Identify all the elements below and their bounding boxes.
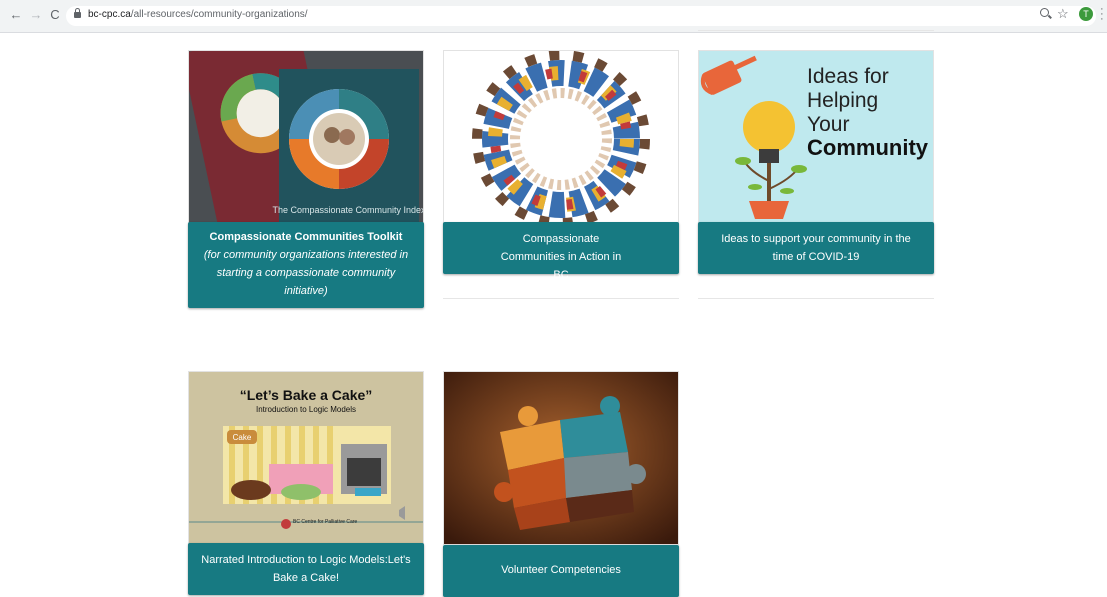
logic-models-title: Narrated Introduction to Logic Models:Le… [201,554,411,584]
volunteer-competencies-button[interactable]: Volunteer Competencies [443,545,679,597]
card-image-puzzle[interactable] [443,371,679,545]
address-bar[interactable]: bc-cpc.ca/all-resources/community-organi… [66,6,1096,26]
card-image-bake-a-cake[interactable]: “Let’s Bake a Cake” Introduction to Logi… [188,371,424,545]
zoom-icon[interactable] [1040,8,1049,17]
forward-icon[interactable]: → [28,7,44,23]
covid-ideas-button[interactable]: Ideas to support your community in the t… [698,222,934,274]
people-circle-image [472,51,650,223]
ideas-line-4: Community [807,135,929,160]
communities-in-action-title: Compassionate Communities in Action in B… [500,233,622,281]
menu-icon[interactable]: · · · [1100,4,1104,25]
bake-title: “Let’s Bake a Cake” [240,387,373,403]
url-path: /all-resources/community-organizations/ [130,9,308,20]
logic-models-button[interactable]: Narrated Introduction to Logic Models:Le… [188,543,424,595]
url-domain: bc-cpc.ca [88,9,131,20]
ideas-lightbulb-image: Ideas for Helping Your Community [699,51,933,223]
card-image-people-circle[interactable] [443,50,679,224]
lock-icon [74,8,81,18]
ideas-line-2: Helping [807,89,878,112]
toolkit-button[interactable]: Compassionate Communities Toolkit (for c… [188,222,424,308]
toolkit-subtitle: (for community organizations interested … [203,249,409,297]
browser-toolbar: ← → C bc-cpc.ca/all-resources/community-… [0,0,1107,33]
divider [698,298,934,299]
bake-subtitle: Introduction to Logic Models [256,405,356,414]
ideas-line-3: Your [807,113,849,136]
communities-in-action-button[interactable]: Compassionate Communities in Action in B… [443,222,679,281]
star-icon[interactable]: ☆ [1057,6,1069,22]
divider [698,30,934,31]
reload-icon[interactable]: C [47,7,63,23]
card-image-ideas[interactable]: Ideas for Helping Your Community [698,50,934,224]
back-icon[interactable]: ← [8,7,24,23]
toolkit-image-text: The Compassionate Community Index [272,205,423,215]
divider [443,298,679,299]
bake-cake-label: Cake [233,433,252,442]
puzzle-pieces-image [444,372,678,544]
volunteer-competencies-title: Volunteer Competencies [501,564,621,576]
card-image-toolkit[interactable]: The Compassionate Community Index [188,50,424,224]
ideas-line-1: Ideas for [807,65,889,88]
toolkit-books-image: The Compassionate Community Index [189,51,423,223]
profile-avatar[interactable]: T [1079,7,1093,21]
bccpc-logo-text: BC Centre for Palliative Care [293,519,357,525]
covid-ideas-title: Ideas to support your community in the t… [721,233,911,263]
toolkit-title: Compassionate Communities Toolkit [209,231,403,243]
url-text[interactable]: bc-cpc.ca/all-resources/community-organi… [88,9,308,20]
bake-a-cake-image: “Let’s Bake a Cake” Introduction to Logi… [189,372,423,544]
